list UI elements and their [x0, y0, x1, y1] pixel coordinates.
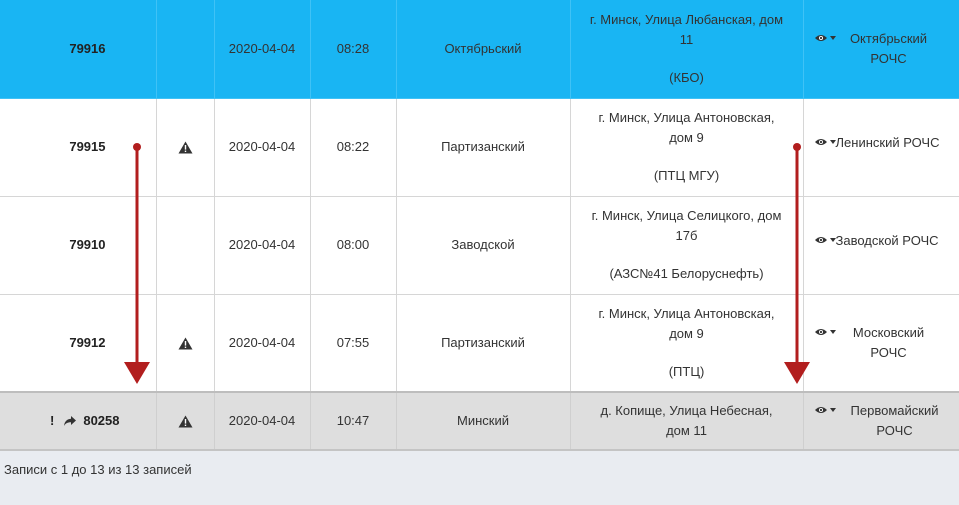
unit-cell: Московский РОЧС: [803, 294, 959, 393]
address-note: (ПТЦ): [668, 363, 705, 379]
incident-time: 08:22: [310, 98, 397, 197]
warning-icon: [178, 337, 192, 350]
eye-icon: [814, 34, 827, 41]
address-line: г. Минск, Улица Антоновская,: [598, 305, 775, 321]
incident-time: 08:28: [310, 0, 397, 99]
incident-address: г. Минск, Улица Любанская, дом 11 (КБО): [570, 0, 804, 99]
unit-cell: Первомайский РОЧС: [803, 391, 959, 451]
eye-icon: [814, 407, 827, 413]
incident-id[interactable]: 79915: [0, 98, 157, 197]
incident-id[interactable]: 79910: [0, 196, 157, 295]
warning-cell: [156, 391, 215, 451]
incident-time: 10:47: [310, 391, 397, 451]
caret-down-icon: [829, 408, 836, 412]
unit-cell: Октябрьский РОЧС: [803, 0, 959, 99]
warning-cell: [156, 196, 215, 295]
unit-menu-toggle[interactable]: [814, 137, 836, 147]
unit-name: Первомайский РОЧС: [850, 403, 939, 438]
incident-date: 2020-04-04: [214, 391, 311, 451]
incident-time: 08:00: [310, 196, 397, 295]
warning-cell: [156, 0, 215, 99]
address-line: дом 9: [669, 325, 704, 341]
unit-menu-toggle[interactable]: [814, 327, 836, 337]
unit-menu-toggle[interactable]: [814, 235, 836, 245]
table-row[interactable]: 79916 2020-04-04 08:28 Октябрьский г. Ми…: [0, 0, 959, 99]
unit-name: Октябрьский РОЧС: [849, 30, 928, 66]
unit-menu-toggle[interactable]: [814, 405, 836, 415]
incident-date: 2020-04-04: [214, 294, 311, 393]
address-line: дом 9: [669, 130, 704, 145]
address-line: д. Копище, Улица Небесная,: [600, 403, 773, 418]
unit-menu-toggle[interactable]: [814, 33, 836, 43]
address-line: г. Минск, Улица Антоновская,: [598, 110, 775, 125]
incident-district: Минский: [396, 391, 571, 451]
incident-id-cell[interactable]: ! 80258: [0, 391, 157, 451]
share-icon: [64, 416, 77, 426]
incident-id: 80258: [83, 413, 120, 428]
address-line: 17б: [675, 228, 698, 243]
incident-id[interactable]: 79916: [0, 0, 157, 99]
unit-name: Заводской РОЧС: [835, 232, 939, 248]
incident-district: Партизанский: [396, 98, 571, 197]
table-info: Записи с 1 до 13 из 13 записей: [4, 462, 192, 477]
incident-district: Заводской: [396, 196, 571, 295]
eye-icon: [814, 236, 827, 243]
incident-district: Партизанский: [396, 294, 571, 393]
address-note: (АЗС№41 Белоруснефть): [609, 266, 764, 281]
caret-down-icon: [829, 329, 836, 334]
unit-cell: Ленинский РОЧС: [803, 98, 959, 197]
address-line: 11: [679, 31, 694, 47]
address-line: дом 11: [666, 423, 707, 438]
warning-icon: [178, 141, 192, 154]
unit-name: Московский РОЧС: [852, 324, 925, 360]
caret-down-icon: [829, 35, 836, 40]
incident-address: г. Минск, Улица Селицкого, дом 17б (АЗС№…: [570, 196, 804, 295]
incident-date: 2020-04-04: [214, 196, 311, 295]
table-row[interactable]: 79912 2020-04-04 07:55 Партизанский г. М…: [0, 294, 959, 393]
address-note: (ПТЦ МГУ): [653, 168, 720, 183]
incident-address: г. Минск, Улица Антоновская, дом 9 (ПТЦ): [570, 294, 804, 393]
priority-mark: !: [50, 413, 55, 428]
address-note: (КБО): [669, 69, 704, 85]
warning-cell: [156, 294, 215, 393]
eye-icon: [814, 328, 827, 335]
incident-district: Октябрьский: [396, 0, 571, 99]
incident-time: 07:55: [310, 294, 397, 393]
incident-address: д. Копище, Улица Небесная, дом 11: [570, 391, 804, 451]
table-row[interactable]: 79910 2020-04-04 08:00 Заводской г. Минс…: [0, 196, 959, 295]
incident-id[interactable]: 79912: [0, 294, 157, 393]
address-line: г. Минск, Улица Любанская, дом: [589, 11, 784, 27]
incident-address: г. Минск, Улица Антоновская, дом 9 (ПТЦ …: [570, 98, 804, 197]
warning-cell: [156, 98, 215, 197]
unit-cell: Заводской РОЧС: [803, 196, 959, 295]
warning-icon: [178, 415, 192, 428]
address-line: г. Минск, Улица Селицкого, дом: [591, 208, 782, 223]
eye-icon: [814, 138, 827, 145]
table-row[interactable]: 79915 2020-04-04 08:22 Партизанский г. М…: [0, 98, 959, 197]
incident-date: 2020-04-04: [214, 0, 311, 99]
incidents-table: 79916 2020-04-04 08:28 Октябрьский г. Ми…: [0, 0, 959, 451]
incident-date: 2020-04-04: [214, 98, 311, 197]
unit-name: Ленинский РОЧС: [835, 134, 940, 150]
table-row[interactable]: ! 80258 2020-04-04 10:47 Минский д. Копи…: [0, 391, 959, 451]
